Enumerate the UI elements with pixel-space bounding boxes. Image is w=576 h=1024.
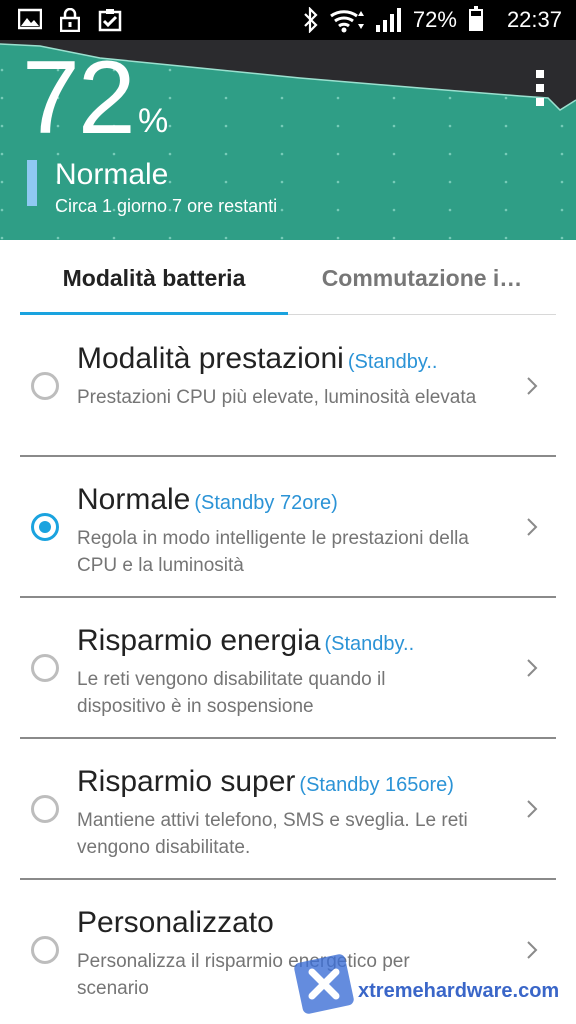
mode-standby: (Standby 165ore) [299,774,454,796]
current-mode-label: Normale [55,158,169,191]
wifi-icon [330,10,364,33]
watermark: xtremehardware.com [290,950,559,1020]
mode-item-normal[interactable]: Normale (Standby 72ore) Regola in modo in… [20,457,556,598]
battery-icon [468,6,483,31]
bluetooth-icon [304,7,318,33]
battery-percent-large: 72 [22,40,136,156]
chevron-right-icon[interactable] [522,799,542,819]
image-notification-icon [18,8,42,30]
radio-button[interactable] [31,654,59,682]
mode-title: Personalizzato [77,906,274,939]
mode-indicator-bar [27,160,37,206]
mode-list: Modalità prestazioni (Standby.. Prestazio… [20,316,556,1021]
remaining-time-label: Circa 1 giorno 7 ore restanti [55,196,278,216]
radio-button[interactable] [31,936,59,964]
mode-description: Prestazioni CPU più elevate, luminosità … [77,387,477,408]
radio-button-selected[interactable] [31,513,59,541]
clock: 22:37 [506,7,562,32]
chevron-right-icon[interactable] [522,517,542,537]
mode-standby: (Standby.. [324,633,415,655]
battery-percent-text: 72% [412,7,457,32]
chevron-right-icon[interactable] [522,658,542,678]
radio-button[interactable] [31,795,59,823]
tab-switch[interactable]: Commutazione i… [288,240,556,316]
mode-description: Le reti vengono disabilitate quando il d… [77,669,386,717]
clipboard-check-icon [98,9,122,32]
mode-title: Risparmio super [77,765,296,798]
signal-icon [375,8,401,32]
lock-icon [60,8,80,32]
mode-item-power-saving[interactable]: Risparmio energia (Standby.. Le reti veng… [20,598,556,739]
watermark-logo-icon [294,954,354,1014]
mode-title: Risparmio energia [77,624,321,657]
percent-sign: % [138,102,169,140]
mode-standby: (Standby.. [347,351,438,373]
status-bar: 72% 22:37 [0,0,576,40]
battery-header: 72 % Normale Circa 1 giorno 7 ore restan… [0,40,576,240]
mode-description: Mantiene attivi telefono, SMS e sveglia.… [77,810,468,858]
mode-item-performance[interactable]: Modalità prestazioni (Standby.. Prestazio… [20,316,556,457]
tab-bar: Modalità batteria Commutazione i… [20,240,556,316]
mode-description: Regola in modo intelligente le prestazio… [77,528,469,576]
watermark-text: xtremehardware.com [358,980,560,1002]
tab-battery-mode[interactable]: Modalità batteria [20,240,288,316]
mode-title: Normale [77,483,191,516]
mode-title: Modalità prestazioni [77,342,344,375]
chevron-right-icon[interactable] [522,376,542,396]
overflow-menu-icon[interactable] [534,70,546,112]
mode-standby: (Standby 72ore) [194,492,338,514]
radio-button[interactable] [31,372,59,400]
mode-item-super-saving[interactable]: Risparmio super (Standby 165ore) Mantiene… [20,739,556,880]
tab-selected-indicator [20,312,288,315]
